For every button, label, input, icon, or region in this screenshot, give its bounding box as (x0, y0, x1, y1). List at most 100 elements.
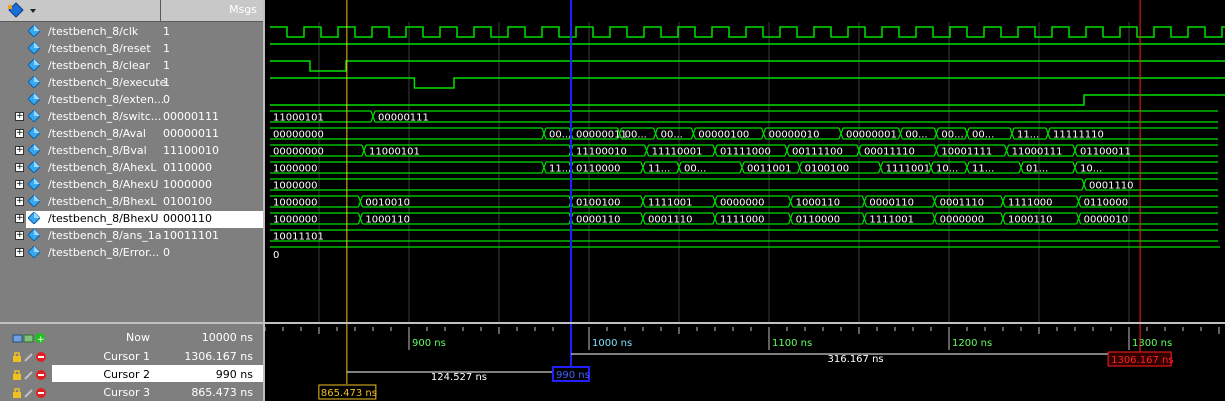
expand-icon[interactable]: + (15, 214, 24, 223)
signal-diamond-icon (28, 76, 40, 88)
expand-icon[interactable]: + (15, 231, 24, 240)
bhexu-bus-label: 0000010 (1084, 215, 1129, 226)
extend-wave (270, 94, 1225, 106)
aval-bus-label: 00000100 (698, 130, 749, 141)
expand-icon[interactable]: + (15, 146, 24, 155)
signal-name[interactable]: /testbench_8/Error... (48, 246, 159, 259)
aval-bus-label: 11... (1017, 130, 1039, 141)
ahexl-bus-label: 11... (972, 164, 994, 175)
cursor-2-row[interactable]: Cursor 2 990 ns (0, 366, 263, 383)
bhexl-bus-label: 1111001 (648, 198, 693, 209)
expand-icon[interactable]: + (15, 129, 24, 138)
signal-row[interactable]: /testbench_8/clear 1 (0, 57, 263, 74)
ahexl-bus-label: 00... (684, 164, 706, 175)
bhexu-bus-label: 1000110 (365, 215, 410, 226)
bval-bus-label: 10001111 (941, 147, 992, 158)
ahexl-bus-label: 1111001 (886, 164, 931, 175)
cursor-lock-icon[interactable] (12, 387, 52, 399)
bhexu-bus-label: 1111001 (869, 215, 914, 226)
cursor-2-label: Cursor 2 (103, 368, 150, 381)
signal-name[interactable]: /testbench_8/BhexL (48, 195, 157, 208)
signal-name[interactable]: /testbench_8/switc... (48, 110, 161, 123)
now-label: Now (126, 331, 150, 344)
signal-row[interactable]: + /testbench_8/Bval 11100010 (0, 142, 263, 159)
bval-bus-label: 00111100 (792, 147, 843, 158)
signal-diamond-icon (28, 246, 40, 258)
expand-icon[interactable]: + (15, 112, 24, 121)
cursor-lock-icon[interactable] (12, 369, 52, 381)
signal-row[interactable]: + /testbench_8/switc... 00000111 (0, 108, 263, 125)
signal-row[interactable]: + /testbench_8/Aval 00000011 (0, 125, 263, 142)
signal-value: 0110000 (163, 161, 212, 174)
signal-name[interactable]: /testbench_8/BhexU (48, 212, 158, 225)
signal-row[interactable]: + /testbench_8/BhexL 0100100 (0, 193, 263, 210)
now-toolbar-icon[interactable]: + (12, 332, 52, 344)
signal-diamond-icon (28, 42, 40, 54)
bval-bus-label: 01111000 (720, 147, 771, 158)
error-label: 0 (273, 250, 279, 261)
signal-diamond-icon (28, 59, 40, 71)
expand-icon[interactable]: + (15, 163, 24, 172)
switch-bus-label: 11000101 (273, 113, 324, 124)
cursor-2-value[interactable]: 990 ns (216, 368, 253, 381)
aval-bus-label: 00... (625, 130, 647, 141)
aval-bus-label: 00... (905, 130, 927, 141)
signal-value: 11100010 (163, 144, 219, 157)
cursor-1-row[interactable]: Cursor 1 1306.167 ns (0, 348, 263, 365)
ahexl-bus-label: 0011001 (747, 164, 792, 175)
ahexl-bus-label: 0100100 (805, 164, 850, 175)
msgs-header: Msgs (160, 0, 263, 22)
signal-name[interactable]: /testbench_8/reset (48, 42, 151, 55)
bhexl-bus-label: 0000000 (720, 198, 765, 209)
svg-text:+: + (37, 335, 45, 344)
signal-row[interactable]: + /testbench_8/BhexU 0000110 (0, 210, 263, 227)
signal-name[interactable]: /testbench_8/clk (48, 25, 138, 38)
diamond-dropdown-icon[interactable] (0, 0, 40, 22)
bhexl-bus-label: 1000000 (273, 198, 318, 209)
cursor-1-tag: 1306.167 ns (1111, 355, 1173, 366)
expand-icon[interactable]: + (15, 180, 24, 189)
waveform-canvas[interactable]: 11000101 0000011100000000 00... 0000001100.… (265, 0, 1225, 322)
expand-icon[interactable]: + (15, 197, 24, 206)
aval-bus-label: 00000011 (576, 130, 627, 141)
signal-row[interactable]: + /testbench_8/AhexL 0110000 (0, 159, 263, 176)
ruler-label: 1200 ns (952, 338, 992, 349)
ahexl-bus-label: 1000000 (273, 164, 318, 175)
signal-name[interactable]: /testbench_8/clear (48, 59, 150, 72)
signal-diamond-icon (28, 161, 40, 173)
signal-value: 10011101 (163, 229, 219, 242)
signal-name[interactable]: /testbench_8/Aval (48, 127, 146, 140)
signal-row[interactable]: /testbench_8/clk 1 (0, 23, 263, 40)
signal-name[interactable]: /testbench_8/Bval (48, 144, 147, 157)
signal-row[interactable]: + /testbench_8/AhexU 1000000 (0, 176, 263, 193)
signal-value: 0 (163, 246, 170, 259)
signal-row[interactable]: /testbench_8/execute 1 (0, 74, 263, 91)
ruler-label: 900 ns (412, 338, 446, 349)
signal-name[interactable]: /testbench_8/ans_1a (48, 229, 161, 242)
signal-diamond-icon (28, 212, 40, 224)
signal-row[interactable]: /testbench_8/exten... 0 (0, 91, 263, 108)
expand-icon[interactable]: + (15, 248, 24, 257)
bval-bus-label: 00011110 (864, 147, 915, 158)
ahexl-bus-label: 11... (549, 164, 571, 175)
signal-row[interactable]: + /testbench_8/ans_1a 10011101 (0, 227, 263, 244)
bhexl-bus-label: 1000110 (796, 198, 841, 209)
bhexl-bus-label: 1111000 (1008, 198, 1053, 209)
timeline-ruler[interactable]: 900 ns 1000 ns 1100 ns 1200 ns 1300 ns 316.16… (265, 324, 1225, 401)
cursor-1-value[interactable]: 1306.167 ns (184, 350, 253, 363)
signal-name[interactable]: /testbench_8/exten... (48, 93, 164, 106)
cursor-3-value[interactable]: 865.473 ns (191, 386, 253, 399)
cursor-lock-icon[interactable] (12, 351, 52, 363)
aval-bus-label: 00... (972, 130, 994, 141)
bhexu-bus-label: 1000110 (1008, 215, 1053, 226)
bval-bus-label: 00000000 (273, 147, 324, 158)
bval-bus-label: 11110001 (652, 147, 703, 158)
signal-row[interactable]: /testbench_8/reset 1 (0, 40, 263, 57)
cursor-3-row[interactable]: Cursor 3 865.473 ns (0, 384, 263, 401)
signal-name[interactable]: /testbench_8/AhexL (48, 161, 157, 174)
signal-name[interactable]: /testbench_8/AhexU (48, 178, 158, 191)
bval-bus-label: 01100011 (1080, 147, 1131, 158)
bhexl-bus-label: 0010010 (365, 198, 410, 209)
signal-row[interactable]: + /testbench_8/Error... 0 (0, 244, 263, 261)
signal-name[interactable]: /testbench_8/execute (48, 76, 166, 89)
